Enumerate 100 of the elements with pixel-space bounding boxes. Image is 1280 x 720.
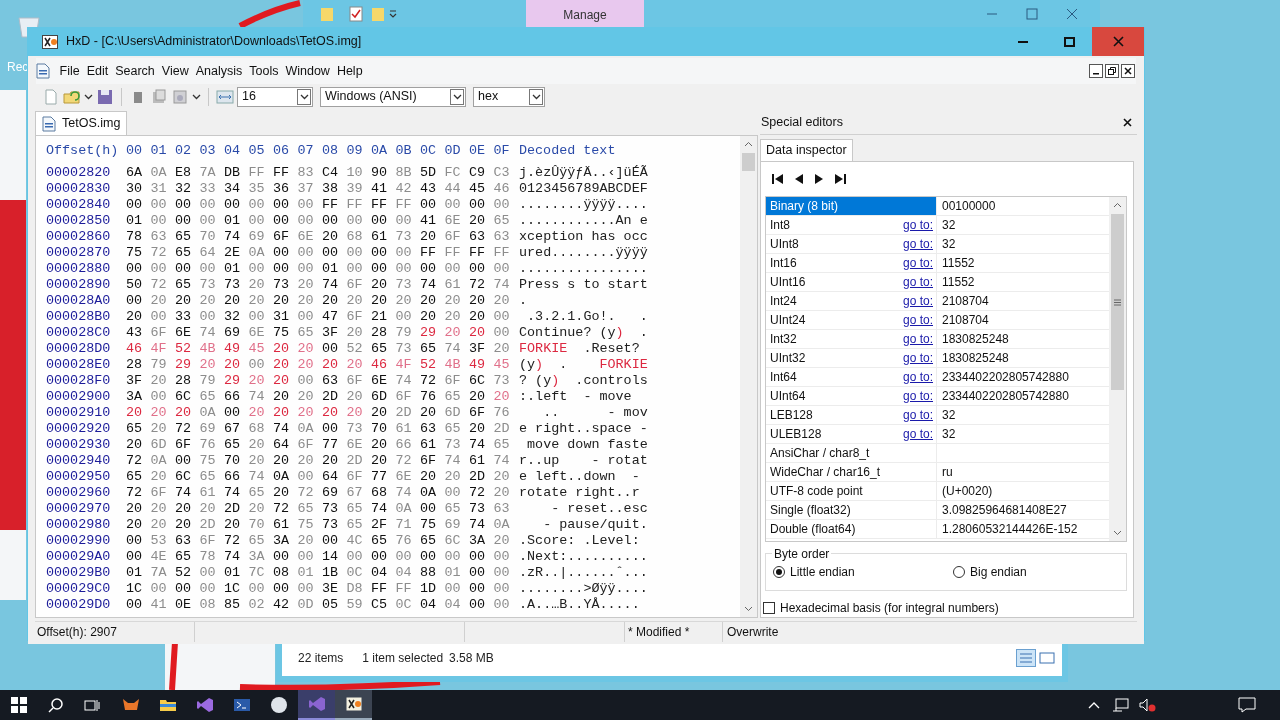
hex-byte[interactable]: 28 (126, 357, 151, 373)
hex-byte[interactable]: 20 (420, 309, 445, 325)
hex-byte[interactable]: 00 (346, 261, 371, 277)
hex-byte[interactable]: 65 (224, 437, 249, 453)
hex-byte[interactable]: 01 (126, 213, 151, 229)
hex-byte[interactable]: 00 (273, 581, 298, 597)
hex-byte[interactable]: 72 (273, 501, 298, 517)
hex-byte[interactable]: 72 (420, 373, 445, 389)
hex-byte[interactable]: 00 (175, 453, 200, 469)
hex-byte[interactable]: 6F (175, 437, 200, 453)
hex-byte[interactable]: 00 (150, 213, 175, 229)
hex-byte[interactable]: 08 (199, 597, 224, 613)
hex-byte[interactable]: 75 (273, 325, 298, 341)
document-minimize-button[interactable] (1089, 64, 1103, 78)
hex-byte[interactable]: 20 (371, 453, 396, 469)
hex-byte[interactable]: 74 (420, 277, 445, 293)
hex-byte[interactable]: 00 (248, 309, 273, 325)
decoded-text[interactable]: - reset..esc (519, 501, 648, 517)
hex-byte[interactable]: 01 (224, 213, 249, 229)
radio-button[interactable] (773, 566, 785, 578)
hex-byte[interactable]: 20 (371, 405, 396, 421)
go-to-link[interactable]: go to: (902, 349, 933, 367)
hex-byte[interactable]: 20 (469, 389, 494, 405)
inspector-row[interactable]: UInt16 go to: 11552 (766, 273, 1109, 292)
hex-byte[interactable]: 72 (126, 453, 151, 469)
hex-byte[interactable]: 29 (224, 373, 249, 389)
checkbox-option[interactable]: Hexadecimal basis (for integral numbers) (763, 599, 1127, 617)
hex-byte[interactable]: 74 (273, 421, 298, 437)
decoded-text[interactable]: (y) . FORKIE (519, 357, 648, 373)
hex-byte[interactable]: 3A (273, 533, 298, 549)
go-to-link[interactable]: go to: (902, 254, 933, 272)
hex-byte[interactable]: 28 (175, 373, 200, 389)
hex-byte[interactable]: 05 (322, 597, 347, 613)
hex-byte[interactable]: 47 (322, 309, 347, 325)
hex-byte[interactable]: 20 (273, 485, 298, 501)
hex-byte[interactable]: 00 (150, 389, 175, 405)
hex-byte[interactable]: 04 (444, 597, 469, 613)
decoded-text[interactable]: .zR..|......ˆ... (519, 565, 648, 581)
inspector-row[interactable]: UInt8 go to: 32 (766, 235, 1109, 254)
hex-byte[interactable]: 00 (273, 549, 298, 565)
hex-byte[interactable]: 65 (126, 421, 151, 437)
inspector-row[interactable]: UInt64 go to: 2334402202805742880 (766, 387, 1109, 406)
hex-byte[interactable]: 49 (224, 341, 249, 357)
hex-byte[interactable]: 77 (371, 469, 396, 485)
hex-byte[interactable]: 20 (273, 373, 298, 389)
hex-byte[interactable]: 74 (469, 437, 494, 453)
decoded-text[interactable]: move down faste (519, 437, 648, 453)
hex-byte[interactable]: 00 (199, 197, 224, 213)
go-to-link[interactable]: go to: (902, 216, 933, 234)
inspector-row[interactable]: Double (float64) 1.28060532144426E-152 (766, 520, 1109, 539)
hex-byte[interactable]: 65 (126, 469, 151, 485)
hex-byte[interactable]: 04 (371, 565, 396, 581)
hex-byte[interactable]: 00 (444, 485, 469, 501)
hex-byte[interactable]: 34 (224, 181, 249, 197)
hex-byte[interactable]: FF (469, 245, 494, 261)
hex-byte[interactable]: 6C (444, 533, 469, 549)
menu-item[interactable]: Search (111, 61, 159, 81)
decoded-text[interactable]: :.left - move (519, 389, 648, 405)
menu-item[interactable]: Tools (245, 61, 282, 81)
previous-icon[interactable] (793, 172, 805, 186)
hex-byte[interactable]: 20 (469, 213, 494, 229)
hex-byte[interactable]: 00 (469, 581, 494, 597)
hex-byte[interactable]: 00 (420, 549, 445, 565)
hex-byte[interactable]: 76 (420, 389, 445, 405)
ribbon-tab[interactable]: Manage (526, 0, 644, 27)
hex-byte[interactable]: 20 (224, 357, 249, 373)
hex-byte[interactable]: 00 (371, 245, 396, 261)
hex-byte[interactable]: DB (224, 165, 249, 181)
hex-byte[interactable]: C5 (371, 597, 396, 613)
hex-byte[interactable]: 1C (224, 581, 249, 597)
vertical-scrollbar[interactable] (740, 136, 757, 617)
hex-byte[interactable]: 77 (322, 437, 347, 453)
document-close-button[interactable] (1121, 64, 1135, 78)
inspector-row[interactable]: LEB128 go to: 32 (766, 406, 1109, 425)
hex-byte[interactable]: 20 (224, 293, 249, 309)
decoded-text[interactable]: rotate right..r (519, 485, 648, 501)
hex-byte[interactable]: 00 (322, 245, 347, 261)
hex-byte[interactable]: C9 (469, 165, 494, 181)
columns-icon[interactable] (216, 87, 234, 106)
hex-byte[interactable]: 33 (175, 309, 200, 325)
hex-byte[interactable]: 20 (420, 469, 445, 485)
decoded-text[interactable]: ................ (519, 261, 648, 277)
hex-byte[interactable]: 20 (175, 517, 200, 533)
hex-byte[interactable]: 00 (346, 213, 371, 229)
hex-byte[interactable]: 61 (199, 485, 224, 501)
hex-byte[interactable]: 00 (444, 197, 469, 213)
menu-item[interactable]: Help (333, 61, 367, 81)
hex-byte[interactable]: 20 (273, 389, 298, 405)
hex-byte[interactable]: 00 (493, 325, 518, 341)
hex-byte[interactable]: 83 (297, 165, 322, 181)
task-view-icon[interactable] (84, 697, 101, 713)
folder-icon[interactable] (159, 697, 177, 713)
hex-byte[interactable]: 6A (126, 165, 151, 181)
hex-byte[interactable]: 00 (126, 197, 151, 213)
hex-byte[interactable]: 6F (273, 229, 298, 245)
go-to-link[interactable]: go to: (902, 425, 933, 443)
decoded-text[interactable]: .Next:.......... (519, 549, 648, 565)
hex-byte[interactable]: 2D (322, 389, 347, 405)
hex-byte[interactable]: 90 (371, 165, 396, 181)
hex-byte[interactable]: 75 (420, 517, 445, 533)
